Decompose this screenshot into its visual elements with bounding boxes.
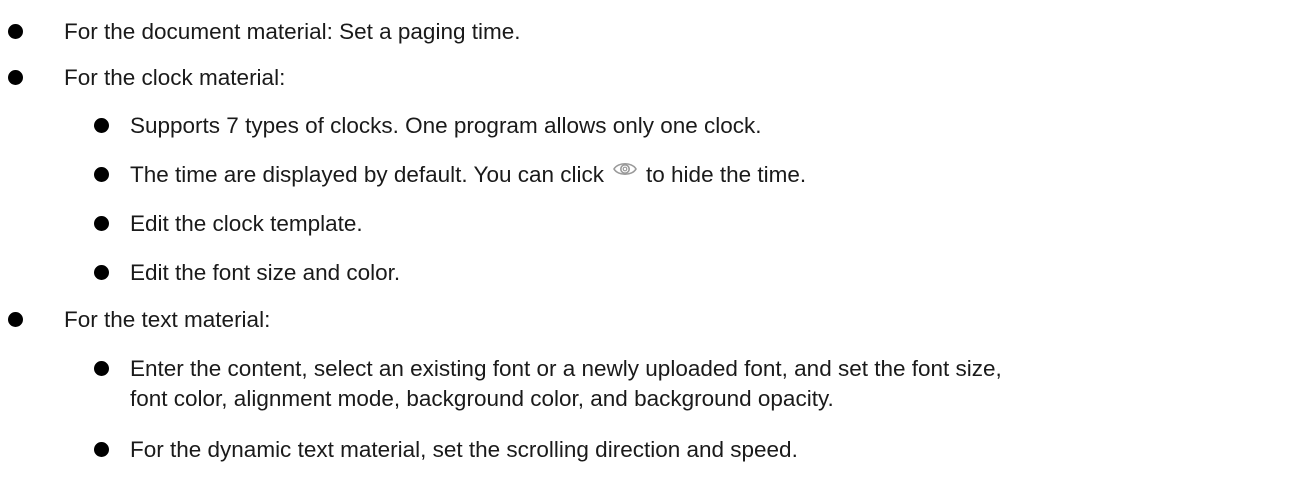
sub-list-item: Enter the content, select an existing fo… [0,355,1289,415]
list-item-text-after: to hide the time. [646,162,807,187]
bullet-dot [94,216,109,231]
list-item-text: For the document material: Set a paging … [64,19,521,44]
bullet-dot [94,167,109,182]
list-item: For the document material: Set a paging … [0,18,1289,46]
bullet-dot [94,361,109,376]
bullet-dot [8,70,23,85]
eye-icon [612,158,638,178]
list-item-text-line1: Enter the content, select an existing fo… [130,356,1002,381]
sub-list-item: Edit the font size and color. [0,259,1289,287]
document-body: For the document material: Set a paging … [0,0,1289,483]
bullet-dot [94,118,109,133]
list-item-text: For the dynamic text material, set the s… [130,437,798,462]
bullet-dot [8,312,23,327]
sub-list-item: Edit the clock template. [0,210,1289,238]
bullet-dot [94,265,109,280]
list-item: For the clock material: [0,64,1289,92]
list-item-text: Edit the clock template. [130,211,363,236]
list-item-text: The time are displayed by default. You c… [130,161,806,189]
list-item-text: Edit the font size and color. [130,260,401,285]
sub-list-item: Supports 7 types of clocks. One program … [0,112,1289,140]
sub-list-item: The time are displayed by default. You c… [0,161,1289,189]
list-item: For the text material: [0,306,1289,334]
list-item-text: Supports 7 types of clocks. One program … [130,113,762,138]
list-item-text-before: The time are displayed by default. You c… [130,162,605,187]
sub-list-item: For the dynamic text material, set the s… [0,436,1289,464]
list-item-text: For the clock material: [64,65,286,90]
bullet-dot [94,442,109,457]
bullet-dot [8,24,23,39]
list-item-text: For the text material: [64,307,271,332]
list-item-text-line2: font color, alignment mode, background c… [130,386,834,411]
